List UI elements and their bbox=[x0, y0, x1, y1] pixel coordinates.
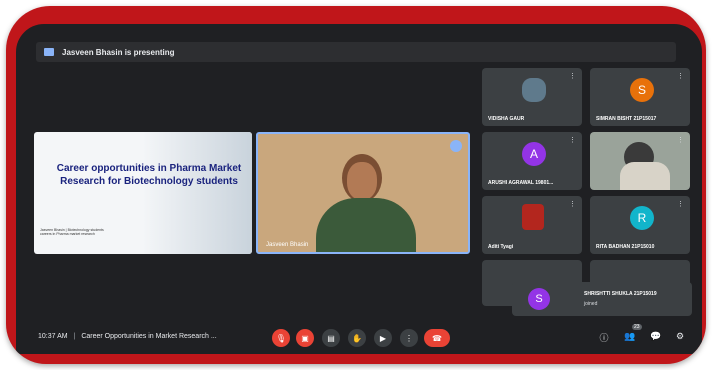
clock-time: 10:37 AM bbox=[38, 333, 68, 340]
pin-icon[interactable]: ⋮ bbox=[677, 72, 684, 80]
participant-tile[interactable]: ⋮ bbox=[590, 132, 690, 190]
participant-name: VIDISHA GAUR bbox=[488, 116, 525, 122]
participant-avatar: S bbox=[630, 78, 654, 102]
pin-icon[interactable]: ⋮ bbox=[677, 200, 684, 208]
toast-avatar: S bbox=[528, 288, 550, 310]
more-options-button[interactable]: ⋮ bbox=[400, 329, 418, 347]
speaking-indicator-icon bbox=[450, 140, 462, 152]
info-icon[interactable]: ⓘ bbox=[598, 331, 610, 343]
participant-name: SIMRAN BISHT 21P15017 bbox=[596, 116, 657, 122]
participant-tile[interactable]: S ⋮ SIMRAN BISHT 21P15017 bbox=[590, 68, 690, 126]
activities-icon[interactable]: ⚙ bbox=[674, 331, 686, 343]
participant-tile[interactable]: A ⋮ ARUSHI AGRAWAL 19801... bbox=[482, 132, 582, 190]
present-icon bbox=[44, 48, 54, 56]
leave-call-button[interactable]: ☎ bbox=[424, 329, 450, 347]
meeting-title: Career Opportunities in Market Research … bbox=[81, 333, 217, 340]
speaker-body bbox=[316, 198, 416, 252]
shared-slide[interactable]: Career opportunities in Pharma Market Re… bbox=[34, 132, 252, 254]
join-notification: S SHRISHTTI SHUKLA 21P15019 joined bbox=[512, 282, 692, 316]
participant-avatar: R bbox=[630, 206, 654, 230]
speaker-name: Jasveen Bhasin bbox=[266, 242, 309, 248]
present-button[interactable]: ▶ bbox=[374, 329, 392, 347]
participant-name: ARUSHI AGRAWAL 19801... bbox=[488, 180, 554, 186]
speaker-video bbox=[316, 154, 416, 252]
chat-icon[interactable]: 💬 bbox=[650, 331, 662, 343]
toast-status: joined bbox=[584, 301, 598, 307]
toast-name: SHRISHTTI SHUKLA 21P15019 bbox=[584, 291, 657, 297]
participant-avatar: A bbox=[522, 142, 546, 166]
red-frame: Jasveen Bhasin is presenting Career oppo… bbox=[6, 6, 706, 364]
pin-icon[interactable]: ⋮ bbox=[677, 136, 684, 144]
people-icon[interactable]: 👥 bbox=[624, 331, 636, 343]
participant-tile[interactable]: ⋮ VIDISHA GAUR bbox=[482, 68, 582, 126]
presenting-text: Jasveen Bhasin is presenting bbox=[62, 47, 175, 57]
slide-footer: Jasveen Bhasin | Biotechnology students … bbox=[40, 228, 104, 236]
participant-avatar bbox=[522, 204, 544, 230]
meeting-info: 10:37 AM | Career Opportunities in Marke… bbox=[38, 333, 217, 340]
speaker-tile[interactable]: Jasveen Bhasin bbox=[256, 132, 470, 254]
mic-off-button[interactable]: 🎙 bbox=[272, 329, 290, 347]
slide-title: Career opportunities in Pharma Market Re… bbox=[56, 163, 242, 187]
camera-off-button[interactable]: ▣ bbox=[296, 329, 314, 347]
participant-name: Aditi Tyagi bbox=[488, 244, 514, 250]
presenting-banner: Jasveen Bhasin is presenting bbox=[36, 42, 676, 62]
pin-icon[interactable]: ⋮ bbox=[569, 200, 576, 208]
participant-tile[interactable]: R ⋮ RITA BADHAN 21P15010 bbox=[590, 196, 690, 254]
bottom-bar: 10:37 AM | Career Opportunities in Marke… bbox=[16, 322, 702, 354]
pin-icon[interactable]: ⋮ bbox=[569, 72, 576, 80]
slide-background bbox=[142, 132, 252, 254]
participant-name: RITA BADHAN 21P15010 bbox=[596, 244, 655, 250]
people-count: 23 bbox=[632, 324, 642, 330]
participant-avatar bbox=[522, 78, 546, 102]
speaker-face bbox=[347, 162, 377, 200]
raise-hand-button[interactable]: ✋ bbox=[348, 329, 366, 347]
captions-button[interactable]: ▤ bbox=[322, 329, 340, 347]
pin-icon[interactable]: ⋮ bbox=[569, 136, 576, 144]
separator: | bbox=[73, 333, 76, 340]
participant-tile[interactable]: ⋮ Aditi Tyagi bbox=[482, 196, 582, 254]
participant-video-body bbox=[620, 162, 670, 190]
meet-window: Jasveen Bhasin is presenting Career oppo… bbox=[16, 24, 702, 354]
